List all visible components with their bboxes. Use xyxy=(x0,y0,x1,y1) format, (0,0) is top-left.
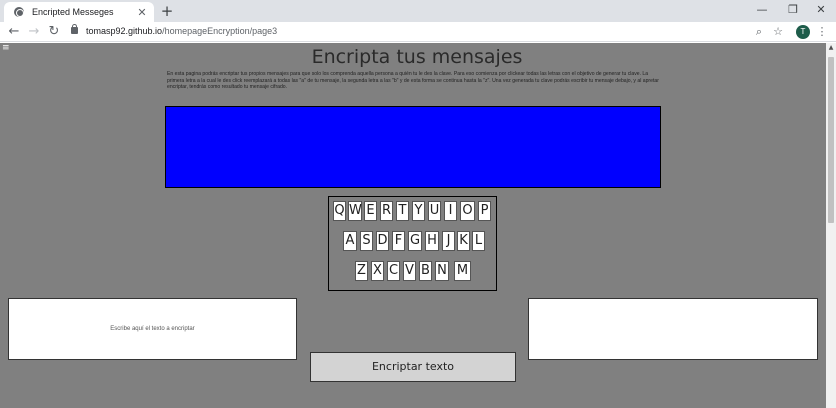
key-l[interactable]: L xyxy=(472,231,485,251)
scroll-up-arrow-icon[interactable]: ▲ xyxy=(826,43,836,53)
key-o[interactable]: O xyxy=(460,201,475,221)
url-path: /homepageEncryption/page3 xyxy=(162,26,278,36)
key-y[interactable]: Y xyxy=(412,201,425,221)
message-input[interactable]: Escribe aquí el texto a encriptar xyxy=(8,298,297,360)
tab-title: Encripted Messeges xyxy=(32,7,114,17)
tab-close-icon[interactable]: ✕ xyxy=(136,6,148,19)
browser-menu-icon[interactable]: ⋮ xyxy=(815,24,829,40)
browser-tab[interactable]: Encripted Messeges ✕ xyxy=(4,2,154,22)
lock-icon[interactable] xyxy=(71,24,78,34)
key-h[interactable]: H xyxy=(425,231,439,251)
key-i[interactable]: I xyxy=(444,201,457,221)
minimize-button[interactable]: — xyxy=(747,2,777,18)
key-c[interactable]: C xyxy=(387,261,400,281)
back-icon[interactable]: ← xyxy=(6,24,22,40)
key-r[interactable]: R xyxy=(380,201,393,221)
key-v[interactable]: V xyxy=(403,261,416,281)
page-viewport: ≡ Encripta tus mensajes En esta pagina p… xyxy=(0,43,826,408)
browser-tabstrip: Encripted Messeges ✕ + — ❐ ✕ xyxy=(0,0,836,22)
key-u[interactable]: U xyxy=(428,201,441,221)
letter-keyboard: Q W E R T Y U I O P A S D F G H J K L Z … xyxy=(328,196,497,291)
star-icon[interactable]: ☆ xyxy=(771,24,785,40)
key-m[interactable]: M xyxy=(454,261,471,281)
key-z[interactable]: Z xyxy=(355,261,368,281)
reload-icon[interactable]: ↻ xyxy=(46,24,62,40)
cipher-key-display xyxy=(165,106,661,188)
key-j[interactable]: J xyxy=(442,231,455,251)
key-s[interactable]: S xyxy=(360,231,373,251)
globe-icon xyxy=(14,7,24,17)
key-q[interactable]: Q xyxy=(333,201,346,221)
key-a[interactable]: A xyxy=(343,231,357,251)
key-f[interactable]: F xyxy=(392,231,405,251)
key-e[interactable]: E xyxy=(364,201,377,221)
message-input-placeholder: Escribe aquí el texto a encriptar xyxy=(110,326,195,332)
key-n[interactable]: N xyxy=(435,261,449,281)
key-g[interactable]: G xyxy=(408,231,422,251)
key-b[interactable]: B xyxy=(419,261,432,281)
key-t[interactable]: T xyxy=(396,201,409,221)
intro-text: En esta pagina podrás encriptar tus prop… xyxy=(167,71,659,90)
key-k[interactable]: K xyxy=(457,231,470,251)
scroll-thumb[interactable] xyxy=(828,57,834,223)
key-d[interactable]: D xyxy=(376,231,389,251)
key-p[interactable]: P xyxy=(478,201,491,221)
key-x[interactable]: X xyxy=(371,261,384,281)
close-window-button[interactable]: ✕ xyxy=(806,2,836,18)
page-title: Encripta tus mensajes xyxy=(311,46,523,68)
profile-avatar[interactable]: T xyxy=(796,25,810,39)
zoom-icon[interactable]: ⌕ xyxy=(752,24,766,40)
restore-button[interactable]: ❐ xyxy=(778,2,808,18)
encrypt-button[interactable]: Encriptar texto xyxy=(310,352,516,382)
browser-toolbar: ← → ↻ tomasp92.github.io/homepageEncrypt… xyxy=(0,22,836,42)
forward-icon[interactable]: → xyxy=(26,24,42,40)
key-w[interactable]: W xyxy=(348,201,362,221)
url-host: tomasp92.github.io xyxy=(86,26,163,36)
new-tab-button[interactable]: + xyxy=(160,2,174,20)
address-bar[interactable]: tomasp92.github.io/homepageEncryption/pa… xyxy=(86,26,277,36)
encrypted-output[interactable] xyxy=(528,298,818,360)
page-scrollbar[interactable]: ▲ xyxy=(826,43,836,408)
